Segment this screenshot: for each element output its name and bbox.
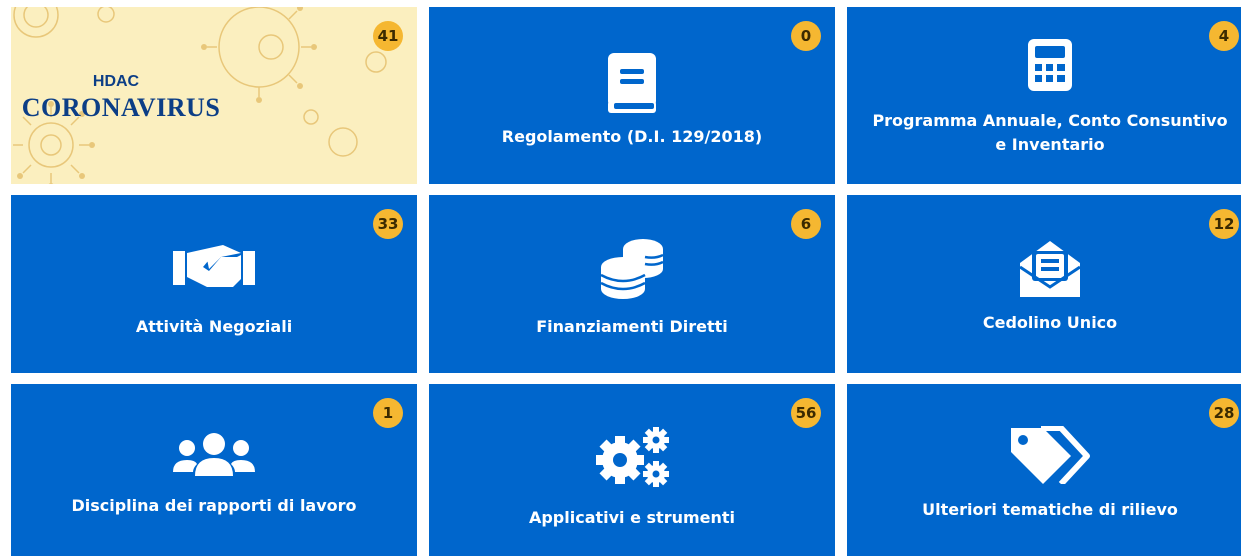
tile-programma-annuale[interactable]: Programma Annuale, Conto Consuntivo e In… [847,7,1241,184]
count-badge: 33 [373,209,403,239]
tile-finanziamenti-diretti[interactable]: Finanziamenti Diretti 6 [429,195,835,373]
banner-top-text: HDAC [92,73,140,90]
tile-applicativi-strumenti[interactable]: Applicativi e strumenti 56 [429,384,835,556]
cogs-icon [596,427,669,487]
banner-title: CORONAVIRUS [21,93,221,122]
count-badge: 0 [791,21,821,51]
tile-cedolino-unico[interactable]: Cedolino Unico 12 [847,195,1241,373]
tile-label: Regolamento (D.I. 129/2018) [501,127,763,146]
tile-attivita-negoziali[interactable]: Attività Negoziali 33 [11,195,417,373]
book-icon [608,53,656,113]
tile-label: Applicativi e strumenti [528,508,736,527]
count-badge: 12 [1209,209,1239,239]
count-badge: 28 [1209,398,1239,428]
tile-label: Cedolino Unico [982,313,1118,332]
tile-label: Ulteriori tematiche di rilievo [922,500,1178,519]
tile-label: Disciplina dei rapporti di lavoro [71,496,357,515]
count-badge: 6 [791,209,821,239]
tile-label: Attività Negoziali [135,317,293,336]
envelope-open-text-icon [1019,241,1081,297]
calculator-icon [1028,39,1072,91]
tile-coronavirus[interactable]: HDAC CORONAVIRUS 41 [11,7,417,184]
tile-label: Programma Annuale, Conto Consuntivo e In… [872,111,1228,154]
coins-icon [600,239,664,299]
tile-ulteriori-tematiche[interactable]: Ulteriori tematiche di rilievo 28 [847,384,1241,556]
users-icon [173,433,255,476]
tile-regolamento[interactable]: Regolamento (D.I. 129/2018) 0 [429,7,835,184]
tile-label: Finanziamenti Diretti [536,317,728,336]
handshake-icon [173,245,255,287]
count-badge: 1 [373,398,403,428]
tags-icon [1011,426,1090,484]
count-badge: 41 [373,21,403,51]
count-badge: 56 [791,398,821,428]
tile-disciplina-rapporti[interactable]: Disciplina dei rapporti di lavoro 1 [11,384,417,556]
count-badge: 4 [1209,21,1239,51]
